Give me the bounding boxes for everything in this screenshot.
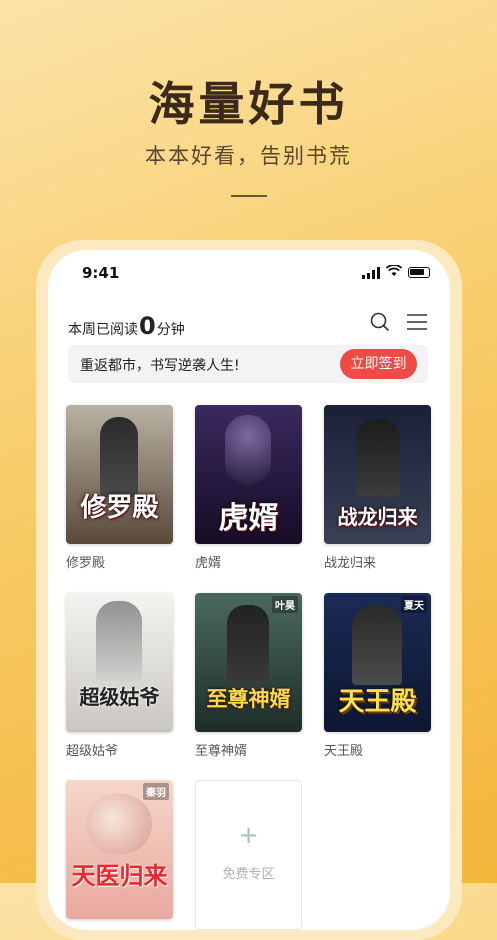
cover-figure bbox=[227, 605, 269, 685]
book-cover[interactable]: 超级姑爷 bbox=[66, 593, 173, 732]
cover-figure bbox=[356, 419, 400, 497]
battery-icon bbox=[408, 267, 430, 278]
hero-divider bbox=[231, 195, 267, 197]
book-item[interactable]: 夏天 天王殿 天王殿 bbox=[324, 593, 431, 759]
cover-author-tag: 夏天 bbox=[401, 596, 427, 613]
plus-icon: + bbox=[238, 821, 259, 849]
free-zone-card[interactable]: + 免费专区 bbox=[195, 780, 302, 930]
cover-figure bbox=[225, 415, 271, 485]
status-icons bbox=[362, 264, 430, 280]
book-title[interactable]: 天王殿 bbox=[324, 740, 431, 759]
weekly-suffix: 分钟 bbox=[156, 322, 185, 338]
cover-title: 超级姑爷 bbox=[79, 685, 160, 709]
hero-title: 海量好书 bbox=[148, 77, 349, 131]
signal-icon bbox=[362, 266, 380, 279]
cover-author-tag: 叶昊 bbox=[272, 596, 298, 613]
book-cover[interactable]: 叶昊 至尊神婿 bbox=[195, 593, 302, 732]
book-cover[interactable]: 修罗殿 bbox=[66, 405, 173, 544]
signin-button[interactable]: 立即签到 bbox=[340, 349, 417, 379]
book-item[interactable]: 叶昊 至尊神婿 至尊神婿 bbox=[195, 593, 302, 759]
cover-figure bbox=[100, 417, 138, 497]
phone-screen: 9:41 本周已阅读 0 分钟 重返都市，书写逆袭人生! 立即签到 修罗殿 修罗… bbox=[48, 250, 450, 930]
book-cover[interactable]: 虎婿 bbox=[195, 405, 302, 544]
cover-author-tag: 秦羽 bbox=[143, 783, 169, 800]
search-icon[interactable] bbox=[370, 312, 390, 332]
weekly-reading: 本周已阅读 0 分钟 bbox=[68, 312, 185, 340]
book-item[interactable]: 战龙归来 战龙归来 bbox=[324, 405, 431, 571]
cover-title: 至尊神婿 bbox=[206, 686, 291, 711]
menu-icon[interactable] bbox=[406, 312, 428, 332]
book-title[interactable]: 至尊神婿 bbox=[195, 740, 302, 759]
promo-banner[interactable]: 重返都市，书写逆袭人生! 立即签到 bbox=[68, 345, 428, 383]
book-item[interactable]: 超级姑爷 超级姑爷 bbox=[66, 593, 173, 759]
weekly-minutes: 0 bbox=[139, 312, 156, 340]
cover-figure bbox=[352, 605, 402, 685]
book-cover[interactable]: 夏天 天王殿 bbox=[324, 593, 431, 732]
cover-title: 战龙归来 bbox=[337, 505, 418, 529]
book-title[interactable]: 虎婿 bbox=[195, 552, 302, 571]
cover-figure bbox=[96, 601, 142, 681]
hero-subtitle: 本本好看，告别书荒 bbox=[145, 144, 352, 168]
book-item[interactable]: 秦羽 天医归来 bbox=[66, 780, 173, 919]
wifi-icon bbox=[385, 264, 403, 280]
cover-figure bbox=[86, 794, 152, 854]
book-title[interactable]: 战龙归来 bbox=[324, 552, 431, 571]
book-title[interactable]: 超级姑爷 bbox=[66, 740, 173, 759]
cover-title: 修罗殿 bbox=[80, 493, 159, 523]
book-item[interactable]: 虎婿 虎婿 bbox=[195, 405, 302, 571]
weekly-prefix: 本周已阅读 bbox=[68, 322, 138, 338]
free-zone-label: 免费专区 bbox=[222, 867, 275, 882]
banner-text: 重返都市，书写逆袭人生! bbox=[80, 358, 240, 374]
book-cover[interactable]: 秦羽 天医归来 bbox=[66, 780, 173, 919]
cover-title: 天医归来 bbox=[71, 861, 168, 890]
book-item[interactable]: 修罗殿 修罗殿 bbox=[66, 405, 173, 571]
cover-title: 虎婿 bbox=[218, 501, 279, 536]
cover-title: 天王殿 bbox=[338, 687, 417, 717]
book-cover[interactable]: 战龙归来 bbox=[324, 405, 431, 544]
status-time: 9:41 bbox=[82, 264, 120, 282]
book-title[interactable]: 修罗殿 bbox=[66, 552, 173, 571]
